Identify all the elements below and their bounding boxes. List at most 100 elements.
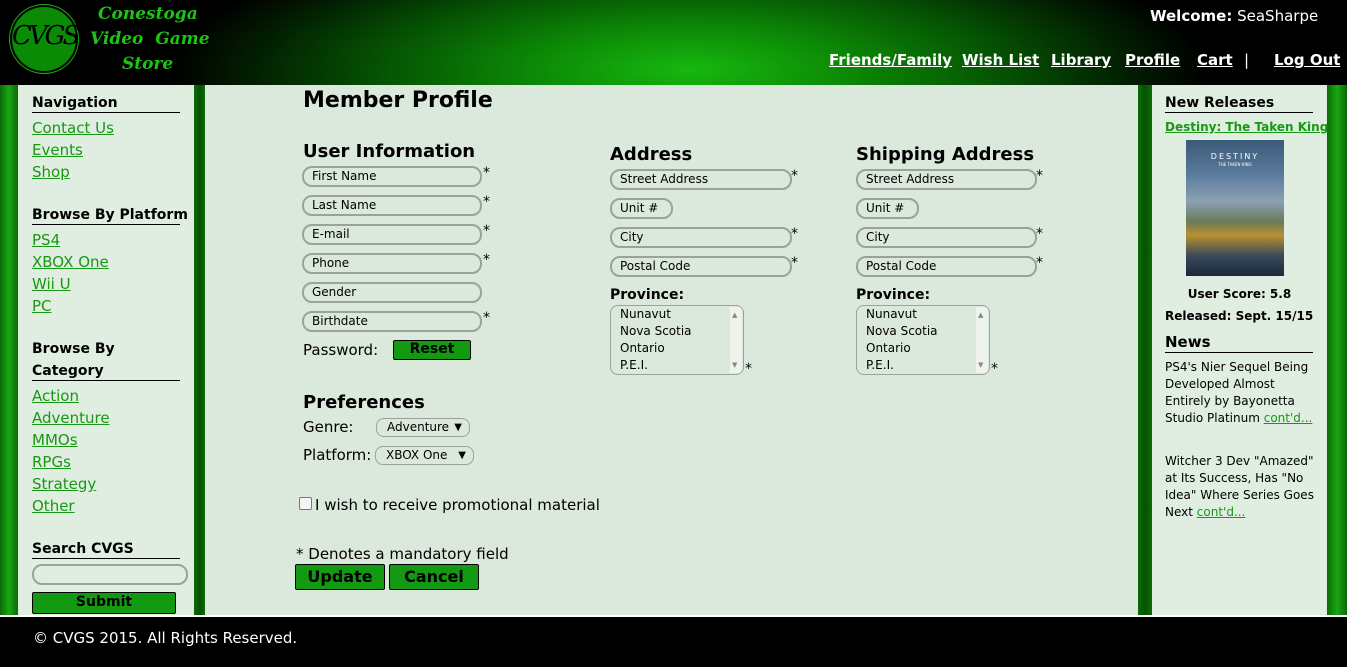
shipping-address-heading: Shipping Address — [856, 144, 1035, 165]
game-cover-image[interactable]: DESTINY THE TAKEN KING — [1186, 140, 1284, 276]
last-name-field[interactable]: Last Name — [302, 195, 482, 216]
nav-library[interactable]: Library — [1051, 51, 1111, 69]
sidebar-link-pc[interactable]: PC — [32, 297, 52, 315]
left-sidebar: Navigation Contact Us Events Shop Browse… — [18, 85, 194, 615]
required-mark: * — [483, 310, 490, 326]
street-address-field[interactable]: Street Address — [610, 169, 792, 190]
sidebar-link-other[interactable]: Other — [32, 497, 75, 515]
promo-checkbox[interactable] — [299, 497, 312, 510]
nav-cart[interactable]: Cart — [1197, 51, 1233, 69]
news-heading: News — [1165, 333, 1313, 353]
scroll-down-icon[interactable]: ▼ — [732, 361, 737, 369]
province-option[interactable]: P.E.I. — [620, 358, 648, 372]
category-heading-line-2: Category — [32, 363, 180, 381]
birthdate-field[interactable]: Birthdate — [302, 311, 482, 332]
postal-code-field[interactable]: Postal Code — [610, 256, 792, 277]
new-releases-heading: New Releases — [1165, 95, 1313, 113]
sidebar-link-wii-u[interactable]: Wii U — [32, 275, 71, 293]
welcome-label: Welcome: — [1150, 7, 1233, 25]
site-footer: © CVGS 2015. All Rights Reserved. — [0, 615, 1347, 667]
shipping-city-field[interactable]: City — [856, 227, 1037, 248]
gender-field[interactable]: Gender — [302, 282, 482, 303]
release-title-link[interactable]: Destiny: The Taken King — [1165, 120, 1328, 134]
logo-text-line-2: Video Game — [90, 29, 210, 49]
email-field[interactable]: E-mail — [302, 224, 482, 245]
phone-field[interactable]: Phone — [302, 253, 482, 274]
unit-field[interactable]: Unit # — [610, 198, 673, 219]
update-button[interactable]: Update — [295, 564, 385, 590]
shipping-unit-field[interactable]: Unit # — [856, 198, 919, 219]
reset-password-button[interactable]: Reset — [393, 340, 471, 360]
platform-label: Platform: — [303, 446, 372, 464]
search-submit-button[interactable]: Submit — [32, 592, 176, 614]
chevron-down-icon: ▼ — [454, 422, 462, 433]
genre-label: Genre: — [303, 418, 354, 436]
category-heading-line-1: Browse By — [32, 341, 115, 357]
province-option[interactable]: Ontario — [620, 341, 665, 355]
logo-icon[interactable]: CVGS — [10, 5, 80, 73]
platform-value: XBOX One — [386, 448, 448, 462]
chevron-down-icon: ▼ — [458, 450, 466, 461]
required-mark: * — [1036, 168, 1043, 184]
province-listbox[interactable]: Nunavut Nova Scotia Ontario P.E.I. ▲ ▼ — [610, 305, 744, 375]
required-mark: * — [1036, 255, 1043, 271]
sidebar-link-mmos[interactable]: MMOs — [32, 431, 78, 449]
genre-select[interactable]: Adventure ▼ — [376, 418, 470, 437]
nav-friends-family[interactable]: Friends/Family — [829, 51, 952, 69]
genre-value: Adventure — [387, 420, 450, 434]
cover-title: DESTINY — [1210, 152, 1260, 161]
nav-log-out[interactable]: Log Out — [1274, 51, 1340, 69]
user-info-heading: User Information — [303, 141, 476, 162]
password-label: Password: — [303, 341, 379, 359]
province-label: Province: — [610, 287, 685, 303]
news-item: Witcher 3 Dev "Amazed" at Its Success, H… — [1165, 453, 1315, 521]
required-mark: * — [791, 168, 798, 184]
sidebar-link-action[interactable]: Action — [32, 387, 79, 405]
logo-text-line-3: Store — [122, 54, 174, 74]
mandatory-note: * Denotes a mandatory field — [296, 545, 509, 563]
sidebar-link-ps4[interactable]: PS4 — [32, 231, 60, 249]
sidebar-link-strategy[interactable]: Strategy — [32, 475, 96, 493]
sidebar-link-adventure[interactable]: Adventure — [32, 409, 110, 427]
platform-heading: Browse By Platform — [32, 207, 188, 225]
shipping-street-field[interactable]: Street Address — [856, 169, 1037, 190]
province-option[interactable]: P.E.I. — [866, 358, 894, 372]
preferences-heading: Preferences — [303, 392, 425, 413]
required-mark: * — [745, 361, 752, 377]
sidebar-link-xbox-one[interactable]: XBOX One — [32, 253, 109, 271]
sidebar-link-rpgs[interactable]: RPGs — [32, 453, 71, 471]
news-more-link[interactable]: cont'd... — [1264, 411, 1313, 425]
province-option[interactable]: Nova Scotia — [866, 324, 938, 338]
sidebar-link-contact-us[interactable]: Contact Us — [32, 119, 114, 137]
member-profile-panel: Member Profile User Information First Na… — [205, 85, 1138, 615]
province-option[interactable]: Nova Scotia — [620, 324, 692, 338]
news-more-link[interactable]: cont'd... — [1197, 505, 1246, 519]
cancel-button[interactable]: Cancel — [389, 564, 479, 590]
sidebar-link-shop[interactable]: Shop — [32, 163, 70, 181]
scrollbar[interactable]: ▲ ▼ — [730, 307, 742, 373]
province-option[interactable]: Nunavut — [866, 307, 917, 321]
required-mark: * — [483, 252, 490, 268]
scroll-up-icon[interactable]: ▲ — [978, 311, 983, 319]
platform-select[interactable]: XBOX One ▼ — [375, 446, 474, 465]
scroll-down-icon[interactable]: ▼ — [978, 361, 983, 369]
scrollbar[interactable]: ▲ ▼ — [976, 307, 988, 373]
nav-profile[interactable]: Profile — [1125, 51, 1180, 69]
shipping-postal-field[interactable]: Postal Code — [856, 256, 1037, 277]
sidebar-link-events[interactable]: Events — [32, 141, 83, 159]
province-option[interactable]: Ontario — [866, 341, 911, 355]
cover-subtitle: THE TAKEN KING — [1218, 162, 1252, 167]
shipping-province-listbox[interactable]: Nunavut Nova Scotia Ontario P.E.I. ▲ ▼ — [856, 305, 990, 375]
promo-label: I wish to receive promotional material — [315, 496, 600, 514]
scroll-up-icon[interactable]: ▲ — [732, 311, 737, 319]
required-mark: * — [791, 255, 798, 271]
required-mark: * — [791, 226, 798, 242]
nav-wish-list[interactable]: Wish List — [962, 51, 1039, 69]
province-option[interactable]: Nunavut — [620, 307, 671, 321]
site-header: CVGS Conestoga Video Game Store Welcome:… — [0, 0, 1347, 85]
first-name-field[interactable]: First Name — [302, 166, 482, 187]
city-field[interactable]: City — [610, 227, 792, 248]
search-input[interactable] — [32, 564, 188, 585]
search-heading: Search CVGS — [32, 541, 180, 559]
news-item: PS4's Nier Sequel Being Developed Almost… — [1165, 359, 1315, 427]
